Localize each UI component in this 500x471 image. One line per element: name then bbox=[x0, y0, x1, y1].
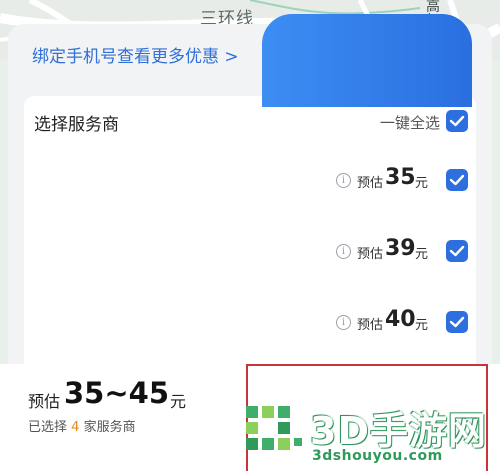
provider-row[interactable]: i 预估 39 元 bbox=[24, 231, 476, 271]
select-all-label[interactable]: 一键全选 bbox=[380, 112, 440, 133]
est-price: 40 bbox=[385, 307, 416, 332]
select-all-checkbox[interactable] bbox=[446, 110, 468, 132]
selected-prefix: 已选择 bbox=[28, 420, 68, 435]
check-icon bbox=[449, 316, 465, 328]
est-price: 39 bbox=[385, 236, 416, 261]
bind-phone-link[interactable]: 绑定手机号查看更多优惠 > bbox=[32, 42, 239, 67]
summary-price-unit: 元 bbox=[170, 392, 187, 411]
info-icon[interactable]: i bbox=[336, 315, 351, 330]
provider-row[interactable]: i 预估 35 元 bbox=[24, 160, 476, 200]
check-icon bbox=[449, 115, 465, 127]
provider-card: 选择服务商 一键全选 i 预估 35 元 i 预估 39 元 i 预估 40 元 bbox=[24, 96, 476, 396]
est-label: 预估 bbox=[357, 247, 384, 262]
selected-count-text: 已选择 4 家服务商 bbox=[28, 416, 136, 435]
call-car-button[interactable] bbox=[262, 14, 472, 107]
check-icon bbox=[449, 174, 465, 186]
est-price: 35 bbox=[385, 165, 416, 190]
watermark-title: 3D手游网 bbox=[310, 409, 487, 453]
provider-checkbox[interactable] bbox=[446, 169, 468, 191]
summary-est-label: 预估 bbox=[28, 392, 61, 411]
watermark-logo-icon bbox=[246, 406, 302, 450]
provider-checkbox[interactable] bbox=[446, 311, 468, 333]
watermark: 3D手游网 3dshouyou.com bbox=[240, 398, 500, 471]
provider-checkbox[interactable] bbox=[446, 240, 468, 262]
info-icon[interactable]: i bbox=[336, 173, 351, 188]
est-unit: 元 bbox=[415, 247, 429, 262]
selected-suffix: 家服务商 bbox=[83, 420, 136, 435]
info-icon[interactable]: i bbox=[336, 244, 351, 259]
watermark-url: 3dshouyou.com bbox=[312, 448, 443, 464]
est-unit: 元 bbox=[415, 318, 429, 333]
est-label: 预估 bbox=[357, 176, 384, 191]
summary-price-range: 35~45 bbox=[64, 376, 170, 410]
provider-title: 选择服务商 bbox=[34, 115, 119, 135]
check-icon bbox=[449, 245, 465, 257]
est-unit: 元 bbox=[415, 176, 429, 191]
selected-count: 4 bbox=[71, 420, 80, 435]
provider-row[interactable]: i 预估 40 元 bbox=[24, 302, 476, 342]
est-label: 预估 bbox=[357, 318, 384, 333]
